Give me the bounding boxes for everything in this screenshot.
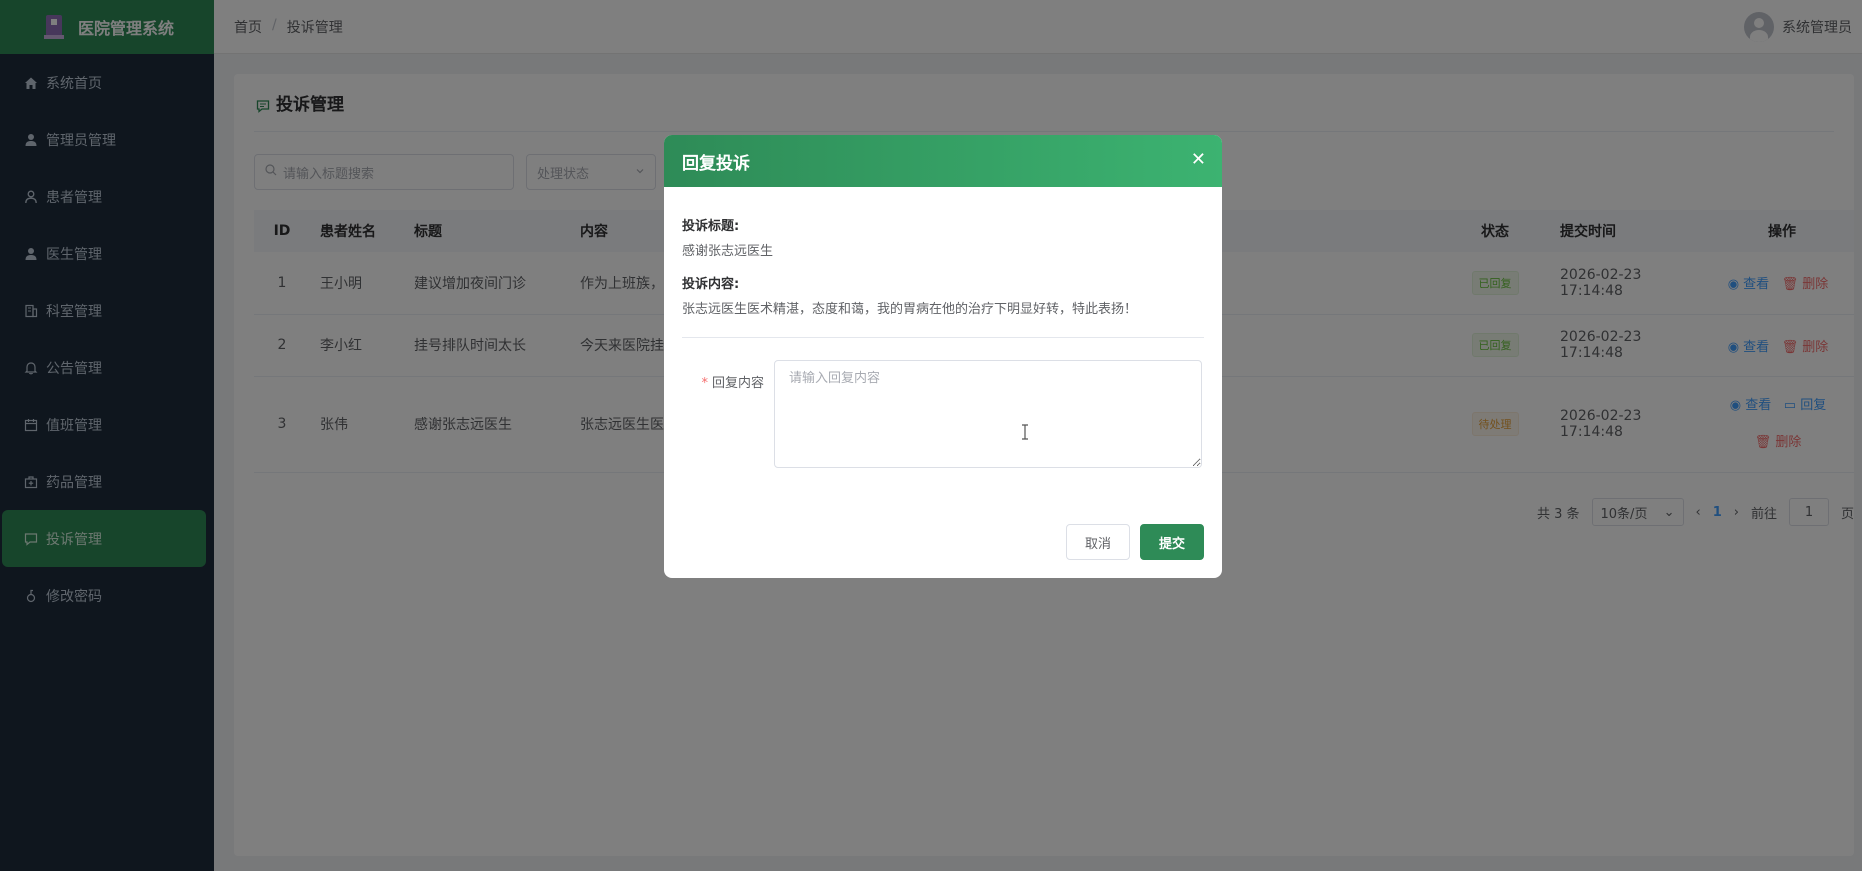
dialog-divider: [682, 337, 1204, 338]
dialog-title: 回复投诉: [682, 153, 750, 174]
reply-form-row: * 回复内容: [682, 360, 1204, 468]
required-mark: *: [701, 376, 708, 391]
text-cursor-icon: [1022, 424, 1028, 440]
reply-label: * 回复内容: [682, 360, 774, 468]
submit-button[interactable]: 提交: [1139, 524, 1204, 560]
dialog-body: 投诉标题: 感谢张志远医生 投诉内容: 张志远医生医术精湛，态度和蔼，我的胃病在…: [664, 187, 1222, 468]
dialog-header: 回复投诉 ✕: [664, 135, 1222, 187]
content-text: 张志远医生医术精湛，态度和蔼，我的胃病在他的治疗下明显好转，特此表扬！: [682, 302, 1138, 317]
dialog-footer: 取消 提交: [1065, 524, 1204, 560]
reply-label-text: 回复内容: [711, 376, 764, 391]
close-icon[interactable]: ✕: [1191, 149, 1206, 170]
reply-dialog: 回复投诉 ✕ 投诉标题: 感谢张志远医生 投诉内容: 张志远医生医术精湛，态度和…: [664, 135, 1222, 578]
content-label: 投诉内容:: [682, 277, 740, 292]
reply-textarea[interactable]: [774, 360, 1202, 468]
subject-text: 感谢张志远医生: [682, 244, 774, 259]
cancel-button[interactable]: 取消: [1065, 524, 1130, 560]
subject-label: 投诉标题:: [682, 219, 740, 234]
